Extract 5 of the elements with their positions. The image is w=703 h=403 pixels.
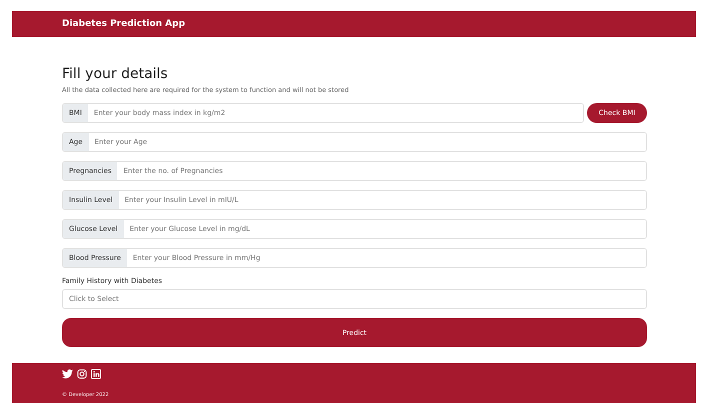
- instagram-icon[interactable]: [77, 369, 87, 379]
- twitter-icon[interactable]: [62, 369, 73, 379]
- app-title: Diabetes Prediction App: [62, 19, 186, 29]
- linkedin-icon[interactable]: [91, 369, 101, 379]
- form-heading: Fill your details: [62, 66, 169, 82]
